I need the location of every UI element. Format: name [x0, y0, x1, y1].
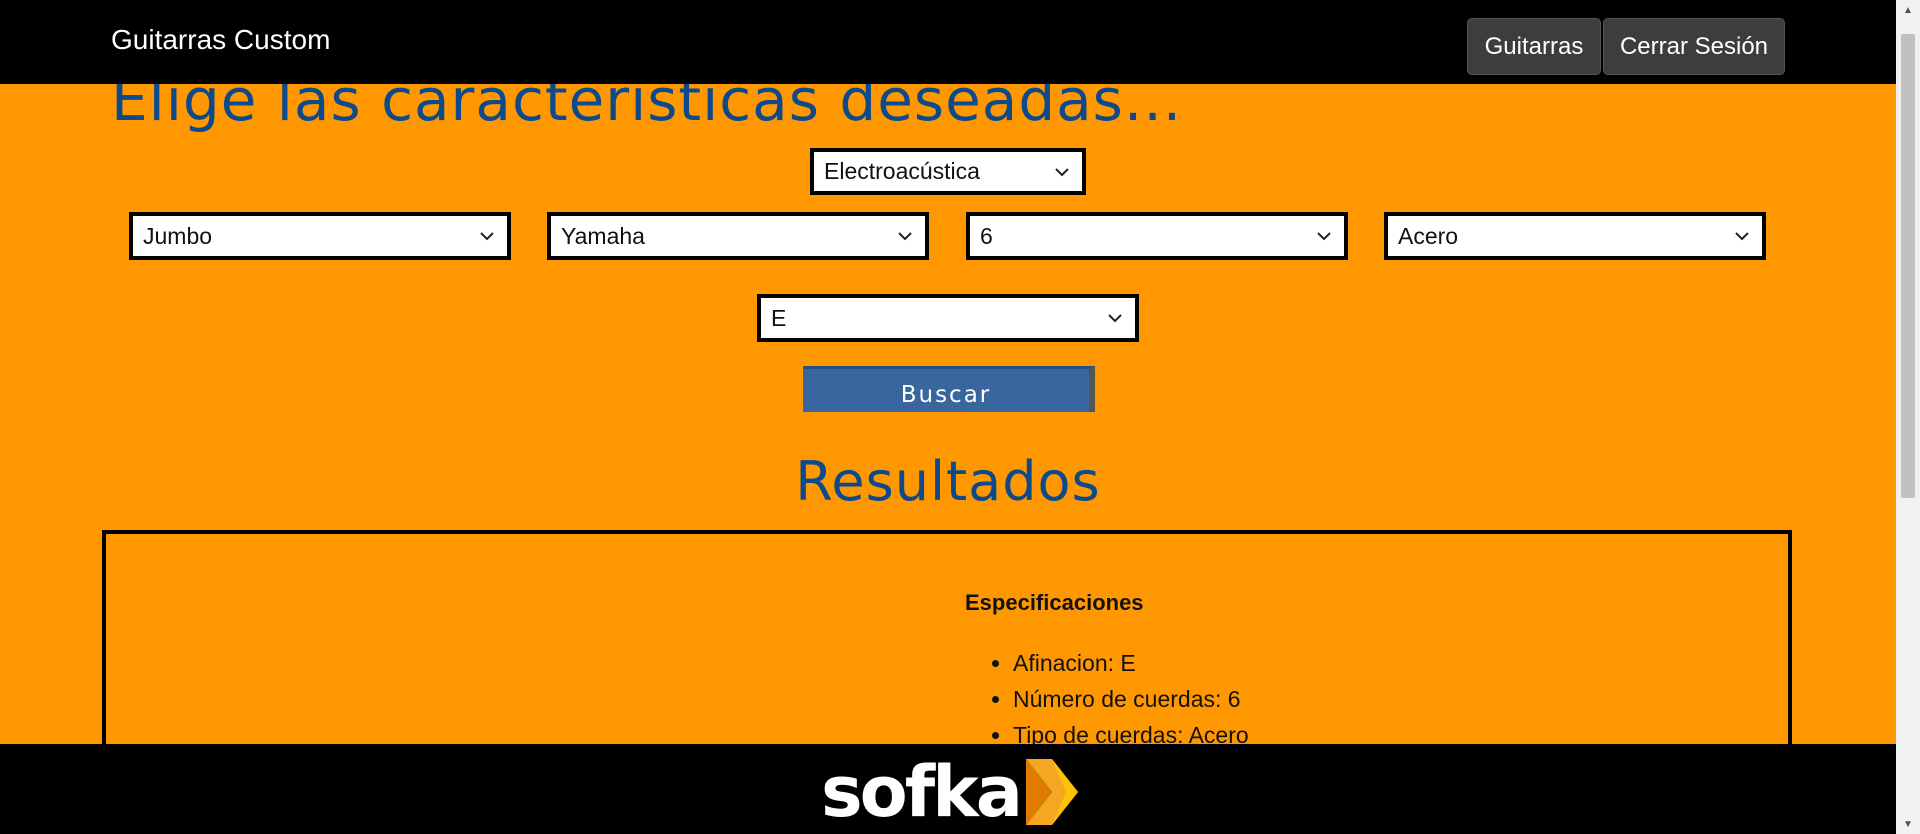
- sofka-logo: sofka: [821, 752, 1080, 832]
- tipo-select[interactable]: Electroacústica: [810, 148, 1086, 195]
- material-select-value: Acero: [1398, 222, 1459, 249]
- buscar-button[interactable]: Buscar: [803, 366, 1095, 412]
- material-select[interactable]: Acero: [1384, 212, 1766, 260]
- spec-list: Afinacion: E Número de cuerdas: 6 Tipo d…: [965, 645, 1249, 753]
- brand-title[interactable]: Guitarras Custom: [111, 24, 330, 56]
- marca-select-value: Yamaha: [561, 222, 645, 249]
- list-item: Número de cuerdas: 6: [1013, 681, 1249, 717]
- top-navbar: Guitarras Custom Guitarras Cerrar Sesión: [0, 0, 1896, 84]
- logout-button[interactable]: Cerrar Sesión: [1603, 18, 1785, 75]
- logo-arrow-icon: [1026, 759, 1078, 825]
- chevron-down-icon: [898, 232, 912, 241]
- results-title: Resultados: [795, 450, 1101, 513]
- spec-title: Especificaciones: [965, 590, 1144, 615]
- scroll-thumb[interactable]: [1901, 34, 1915, 498]
- cuerdas-select[interactable]: 6: [966, 212, 1348, 260]
- scroll-up-icon[interactable]: ▲: [1896, 0, 1920, 20]
- logo-text: sofka: [821, 751, 1023, 833]
- scroll-down-icon[interactable]: ▼: [1896, 814, 1920, 834]
- cuerdas-select-value: 6: [980, 222, 993, 249]
- forma-select[interactable]: Jumbo: [129, 212, 511, 260]
- chevron-down-icon: [1735, 232, 1749, 241]
- page: Elige las caracteristicas deseadas... Gu…: [0, 0, 1920, 834]
- chevron-down-icon: [1317, 232, 1331, 241]
- forma-select-value: Jumbo: [143, 222, 213, 249]
- chevron-down-icon: [480, 232, 494, 241]
- afinacion-select[interactable]: E: [757, 294, 1139, 342]
- afinacion-select-value: E: [771, 304, 787, 331]
- chevron-down-icon: [1055, 167, 1069, 176]
- tipo-select-value: Electroacústica: [824, 158, 980, 184]
- chevron-down-icon: [1108, 314, 1122, 323]
- vertical-scrollbar[interactable]: ▲ ▼: [1896, 0, 1920, 834]
- list-item: Afinacion: E: [1013, 645, 1249, 681]
- marca-select[interactable]: Yamaha: [547, 212, 929, 260]
- guitarras-button[interactable]: Guitarras: [1467, 18, 1601, 75]
